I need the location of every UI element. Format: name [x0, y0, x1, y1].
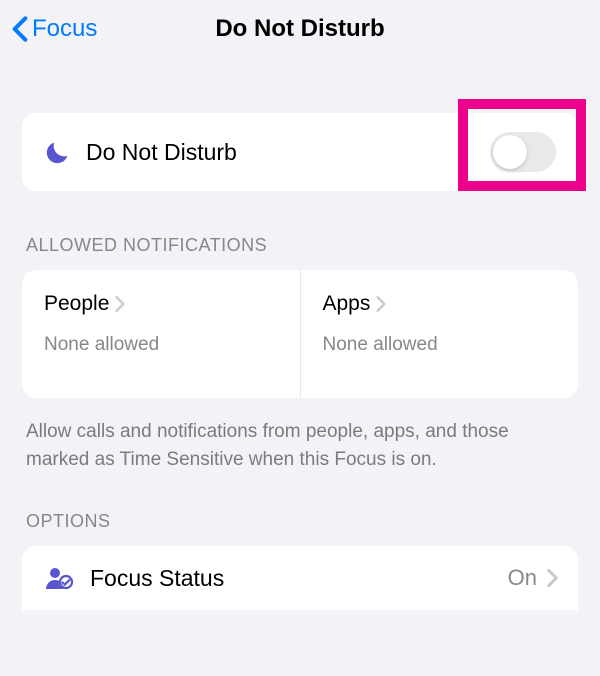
do-not-disturb-row: Do Not Disturb	[22, 113, 578, 191]
apps-title: Apps	[323, 292, 371, 316]
focus-status-label: Focus Status	[90, 565, 224, 592]
chevron-left-icon	[12, 15, 28, 43]
moon-icon	[44, 138, 72, 166]
do-not-disturb-toggle[interactable]	[490, 132, 556, 172]
focus-status-value: On	[508, 565, 537, 591]
focus-status-icon	[44, 563, 74, 593]
apps-cell[interactable]: Apps None allowed	[301, 270, 579, 398]
back-button[interactable]: Focus	[12, 15, 97, 43]
do-not-disturb-label: Do Not Disturb	[86, 139, 237, 166]
people-subtitle: None allowed	[44, 334, 278, 356]
people-cell[interactable]: People None allowed	[22, 270, 301, 398]
apps-subtitle: None allowed	[323, 334, 557, 356]
options-header: OPTIONS	[26, 511, 578, 532]
chevron-right-icon	[376, 296, 386, 312]
chevron-right-icon	[115, 296, 125, 312]
people-title: People	[44, 292, 109, 316]
chevron-right-icon	[547, 569, 558, 587]
back-label: Focus	[32, 15, 97, 43]
allowed-notifications-header: ALLOWED NOTIFICATIONS	[26, 235, 578, 256]
allowed-notifications-group: People None allowed Apps None allowed	[22, 270, 578, 398]
allowed-footer-text: Allow calls and notifications from peopl…	[26, 418, 574, 473]
page-title: Do Not Disturb	[215, 15, 384, 43]
focus-status-row[interactable]: Focus Status On	[22, 546, 578, 610]
